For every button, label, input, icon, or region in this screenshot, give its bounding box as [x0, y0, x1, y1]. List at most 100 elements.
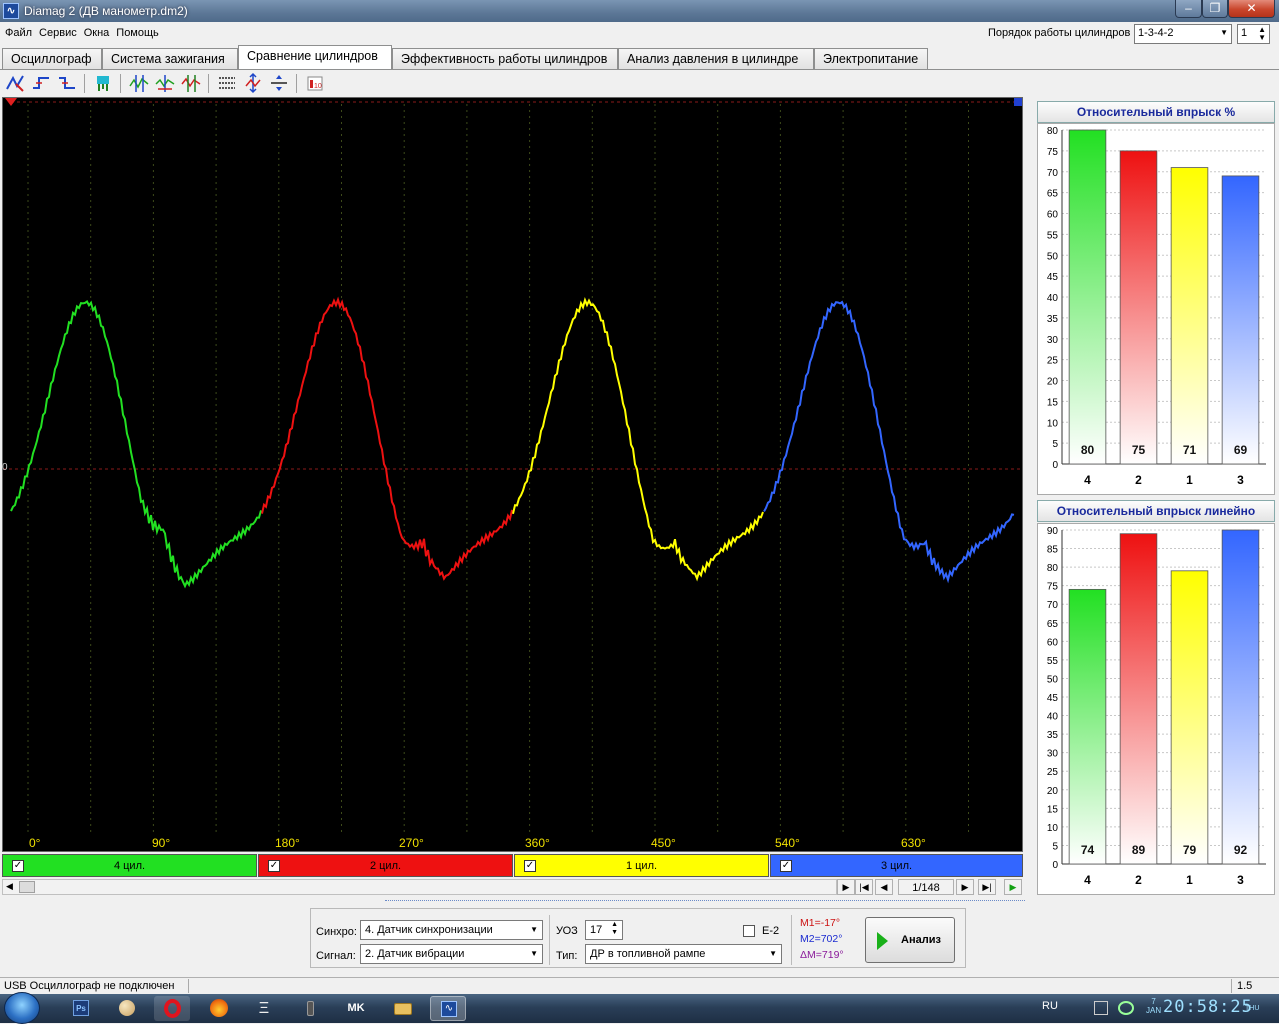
channel-1-bar[interactable]: ✓ 1 цил. [514, 854, 769, 877]
toolbar-separator [208, 74, 209, 93]
marker-2-icon[interactable] [1014, 98, 1022, 106]
tab-power-supply[interactable]: Электропитание [814, 48, 928, 69]
tab-pressure-analysis[interactable]: Анализ давления в цилиндре [618, 48, 814, 69]
rising-edge-icon[interactable] [30, 72, 52, 94]
date-month: JAN [1146, 1006, 1162, 1015]
panel-divider [549, 915, 550, 965]
folder-icon[interactable] [384, 996, 420, 1021]
zero-level-label: 0 [2, 462, 8, 473]
version-label: 1.5 [1237, 980, 1253, 992]
play-button[interactable]: ▶ [1004, 879, 1022, 895]
y-tick-label: 45 [1047, 693, 1059, 704]
degree-label-0: 0° [29, 836, 41, 850]
channel-split-icon[interactable] [128, 72, 150, 94]
channel-4-label: 4 цил. [113, 860, 146, 872]
vertical-scale-icon[interactable] [242, 72, 264, 94]
cylinder-start-spinner[interactable]: 1 ▲ ▼ [1237, 24, 1270, 44]
signal-value: 2. Датчик вибрации [365, 948, 465, 960]
bar-value-label: 75 [1132, 443, 1146, 457]
tab-cylinder-compare[interactable]: Сравнение цилиндров [238, 45, 392, 69]
channel-3-bar[interactable]: ✓ 3 цил. [770, 854, 1023, 877]
x-category-label: 3 [1237, 473, 1244, 487]
marker-m1-readout: M1=-17° [800, 917, 841, 929]
trigger-marker-icon[interactable] [5, 98, 17, 106]
xi-app-icon[interactable]: Ξ [246, 996, 282, 1021]
taskbar-clock[interactable]: 20:58:25 [1163, 997, 1253, 1017]
uoz-label: УОЗ [556, 925, 578, 937]
tab-oscilloscope[interactable]: Осциллограф [2, 48, 102, 69]
x-category-label: 3 [1237, 873, 1244, 887]
close-button[interactable]: ✕ [1228, 0, 1275, 18]
firefox-icon[interactable] [200, 996, 236, 1021]
menu-windows[interactable]: Окна [79, 24, 112, 39]
menu-service[interactable]: Сервис [34, 24, 79, 39]
record-icon[interactable]: 10 [304, 72, 326, 94]
uoz-spinner[interactable]: 17 ▲ ▼ [585, 920, 623, 940]
panel-splitter[interactable] [385, 900, 1025, 906]
analyze-button[interactable]: Анализ [865, 917, 955, 963]
channel-shift-icon[interactable] [180, 72, 202, 94]
y-tick-label: 80 [1047, 563, 1059, 574]
scroll-left-icon[interactable]: ◀ [6, 881, 13, 892]
bar-cylinder-1 [1170, 570, 1209, 865]
sync-select[interactable]: 4. Датчик синхронизации ▼ [360, 920, 543, 940]
scroll-thumb[interactable] [19, 881, 35, 893]
falling-edge-icon[interactable] [56, 72, 78, 94]
probe-icon[interactable] [92, 72, 114, 94]
next-page-button[interactable]: ▶ [956, 879, 974, 895]
windows-start-icon[interactable] [4, 992, 40, 1024]
menu-help[interactable]: Помощь [111, 24, 161, 39]
e2-checkbox[interactable] [743, 925, 755, 937]
y-tick-label: 70 [1047, 600, 1059, 611]
status-bar: USB Осциллограф не подключен 1.5 [0, 977, 1279, 994]
last-page-button[interactable]: ▶| [978, 879, 996, 895]
bar-cylinder-3 [1221, 529, 1260, 865]
oscilloscope-display[interactable]: 0 0° 90° 180° 270° 360° 450° 540° 630° [2, 97, 1023, 852]
maximize-button[interactable]: ❐ [1202, 0, 1228, 18]
play-icon [877, 932, 888, 950]
paint-icon[interactable] [108, 996, 144, 1021]
type-select[interactable]: ДР в топливной рампе ▼ [585, 944, 782, 964]
language-indicator[interactable]: RU [1042, 1000, 1058, 1012]
y-tick-label: 75 [1047, 582, 1059, 593]
scroll-right-button[interactable]: ▶ [837, 879, 855, 895]
status-divider [1231, 979, 1232, 993]
y-tick-label: 80 [1047, 126, 1059, 137]
horizontal-scrollbar[interactable]: ◀ [2, 879, 837, 895]
signal-select[interactable]: 2. Датчик вибрации ▼ [360, 944, 543, 964]
degree-label-450: 450° [651, 836, 676, 850]
prev-page-button[interactable]: ◀ [875, 879, 893, 895]
toolbar-separator [296, 74, 297, 93]
y-tick-label: 5 [1052, 439, 1058, 450]
degree-label-180: 180° [275, 836, 300, 850]
first-page-button[interactable]: |◀ [855, 879, 873, 895]
y-tick-label: 85 [1047, 545, 1059, 556]
minimize-button[interactable]: – [1175, 0, 1202, 18]
channel-overlay-icon[interactable] [154, 72, 176, 94]
degree-label-630: 630° [901, 836, 926, 850]
opera-icon[interactable] [154, 996, 190, 1021]
diamag-icon[interactable]: ∿ [430, 996, 466, 1021]
offset-icon[interactable] [268, 72, 290, 94]
y-tick-label: 45 [1047, 272, 1059, 283]
menu-file[interactable]: Файл [0, 24, 34, 39]
photoshop-icon[interactable]: Ps [62, 996, 98, 1021]
phone-icon[interactable] [292, 996, 328, 1021]
status-divider [188, 979, 189, 993]
bar-cylinder-3 [1221, 175, 1260, 465]
waveform-plot[interactable] [3, 98, 1022, 851]
injection-percent-chart: 0 5 10 15 20 25 30 35 40 45 50 55 60 65 70 75 80 80 4 75 2 71… [1047, 126, 1266, 487]
channel-4-bar[interactable]: ✓ 4 цил. [2, 854, 257, 877]
cylinder-order-select[interactable]: 1-3-4-2 ▼ [1134, 24, 1232, 44]
horizontal-lines-icon[interactable] [216, 72, 238, 94]
channel-2-bar[interactable]: ✓ 2 цил. [258, 854, 513, 877]
title-bar: ∿ Diamag 2 (ДВ манометр.dm2) – ❐ ✕ [0, 0, 1279, 22]
panel-divider [791, 915, 792, 965]
y-tick-label: 20 [1047, 786, 1059, 797]
network-icon[interactable] [1118, 1001, 1134, 1015]
cursor-measure-icon[interactable] [4, 72, 26, 94]
tab-cylinder-efficiency[interactable]: Эффективность работы цилиндров [392, 48, 618, 69]
tab-ignition[interactable]: Система зажигания [102, 48, 238, 69]
mk-app-icon[interactable]: MK [338, 996, 374, 1021]
action-center-icon[interactable] [1094, 1001, 1108, 1015]
